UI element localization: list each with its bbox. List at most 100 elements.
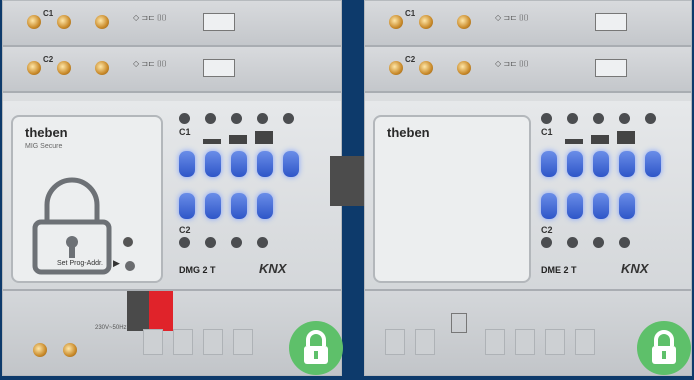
screw-terminal	[419, 61, 433, 75]
bottom-terminal-strip	[365, 289, 691, 375]
channel-button[interactable]	[541, 193, 557, 219]
terminal-slot	[385, 329, 405, 355]
terminal-label-c2: C2	[405, 55, 416, 64]
screw-terminal	[457, 61, 471, 75]
channel-button[interactable]	[283, 151, 299, 177]
terminal-strip-c2: C2 ◇ ⊐⊏ ⌷⌷	[365, 47, 691, 93]
voltage-label: 230V~50Hz	[95, 325, 127, 331]
load-symbol-icon: ◇ ⊐⊏ ⌷⌷	[495, 13, 529, 22]
terminal-label-c1: C1	[43, 9, 54, 18]
connector-symbol-icon	[451, 313, 467, 333]
channel-label-c2: C2	[179, 225, 191, 235]
status-led	[205, 237, 216, 248]
channel-button[interactable]	[257, 193, 273, 219]
screw-terminal	[57, 61, 71, 75]
channel-label-c1: C1	[179, 127, 191, 137]
channel-button[interactable]	[179, 151, 195, 177]
prog-button[interactable]	[125, 261, 135, 271]
terminal-slot	[515, 329, 535, 355]
status-led	[231, 237, 242, 248]
screw-terminal	[419, 15, 433, 29]
screw-terminal	[27, 15, 41, 29]
device-dme2t: C1 ◇ ⊐⊏ ⌷⌷ C2 ◇ ⊐⊏ ⌷⌷ theben C1 C2 DME 2…	[364, 0, 692, 376]
channel-button[interactable]	[619, 151, 635, 177]
dimmer-symbol-icon	[595, 59, 627, 77]
terminal-slot	[415, 329, 435, 355]
screw-terminal	[95, 15, 109, 29]
level-bar	[565, 139, 583, 144]
model-label: DME 2 T	[541, 265, 577, 275]
channel-button[interactable]	[619, 193, 635, 219]
screw-terminal	[63, 343, 77, 357]
level-bar	[203, 139, 221, 144]
terminal-strip-c2: C2 ◇ ⊐⊏ ⌷⌷	[3, 47, 341, 93]
secure-cover: theben MIG Secure Set Prog-Addr. ▶	[11, 115, 163, 283]
dimmer-symbol-icon	[203, 59, 235, 77]
channel-button[interactable]	[593, 151, 609, 177]
terminal-slot	[173, 329, 193, 355]
terminal-slot	[143, 329, 163, 355]
status-led	[593, 237, 604, 248]
device-front-panel: theben MIG Secure Set Prog-Addr. ▶ C1 C2…	[3, 101, 341, 289]
screw-terminal	[27, 61, 41, 75]
device-dmg2t: C1 ◇ ⊐⊏ ⌷⌷ C2 ◇ ⊐⊏ ⌷⌷ theben MIG Secure …	[2, 0, 343, 376]
status-led	[567, 113, 578, 124]
screw-terminal	[389, 15, 403, 29]
load-symbol-icon: ◇ ⊐⊏ ⌷⌷	[133, 59, 167, 68]
channel-button[interactable]	[179, 193, 195, 219]
terminal-slot	[203, 329, 223, 355]
terminal-strip-c1: C1 ◇ ⊐⊏ ⌷⌷	[3, 1, 341, 47]
status-led	[179, 113, 190, 124]
dimmer-symbol-icon	[595, 13, 627, 31]
status-led	[231, 113, 242, 124]
status-led	[619, 113, 630, 124]
terminal-slot	[233, 329, 253, 355]
channel-button[interactable]	[593, 193, 609, 219]
channel-button[interactable]	[645, 151, 661, 177]
channel-button[interactable]	[567, 193, 583, 219]
channel-button[interactable]	[257, 151, 273, 177]
terminal-slot	[575, 329, 595, 355]
channel-button[interactable]	[205, 151, 221, 177]
level-bar	[591, 135, 609, 144]
status-led	[283, 113, 294, 124]
lock-badge-icon	[637, 321, 691, 375]
terminal-strip-c1: C1 ◇ ⊐⊏ ⌷⌷	[365, 1, 691, 47]
brand-logo: theben	[25, 125, 68, 140]
terminal-slot	[485, 329, 505, 355]
knx-logo: KNX	[621, 261, 649, 276]
channel-button[interactable]	[231, 193, 247, 219]
load-symbol-icon: ◇ ⊐⊏ ⌷⌷	[133, 13, 167, 22]
channel-button[interactable]	[205, 193, 221, 219]
terminal-slot	[545, 329, 565, 355]
model-label: DMG 2 T	[179, 265, 216, 275]
channel-button[interactable]	[567, 151, 583, 177]
set-prog-addr-label: Set Prog-Addr.	[57, 260, 103, 267]
load-symbol-icon: ◇ ⊐⊏ ⌷⌷	[495, 59, 529, 68]
bottom-terminal-strip: 230V~50Hz	[3, 289, 343, 375]
status-led	[619, 237, 630, 248]
prog-led	[123, 237, 133, 247]
terminal-label-c1: C1	[405, 9, 416, 18]
level-bar	[617, 131, 635, 144]
screw-terminal	[95, 61, 109, 75]
knx-connector-icon	[127, 291, 173, 331]
product-subtitle: MIG Secure	[25, 143, 63, 150]
play-arrow-icon: ▶	[113, 258, 120, 268]
level-bar	[255, 131, 273, 144]
status-led	[257, 237, 268, 248]
knx-logo: KNX	[259, 261, 287, 276]
screw-terminal	[57, 15, 71, 29]
channel-label-c2: C2	[541, 225, 553, 235]
brand-logo: theben	[387, 125, 430, 140]
status-led	[593, 113, 604, 124]
bus-connector	[330, 156, 368, 206]
screw-terminal	[389, 61, 403, 75]
channel-button[interactable]	[231, 151, 247, 177]
channel-button[interactable]	[541, 151, 557, 177]
status-led	[567, 237, 578, 248]
channel-controls: C1 C2 DME 2 T KNX	[537, 111, 687, 281]
screw-terminal	[457, 15, 471, 29]
status-led	[257, 113, 268, 124]
status-led	[541, 237, 552, 248]
